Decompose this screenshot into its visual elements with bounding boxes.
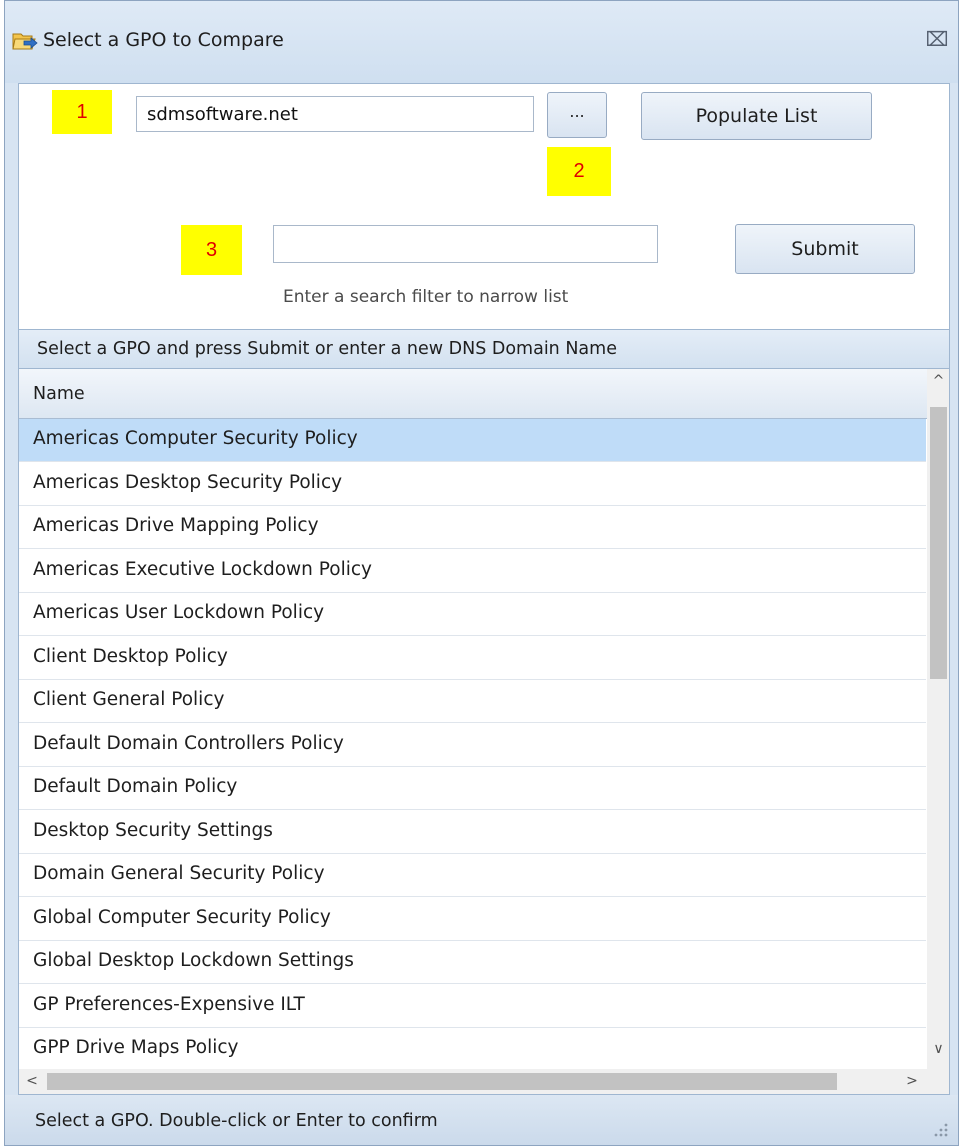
list-item-label: Americas User Lockdown Policy: [33, 602, 325, 623]
status-text: Select a GPO. Double-click or Enter to c…: [35, 1111, 438, 1131]
list-item[interactable]: Americas Executive Lockdown Policy: [19, 550, 926, 593]
list-item-label: Americas Computer Security Policy: [33, 428, 358, 449]
badge-3: 3: [181, 225, 242, 275]
list-item-label: Desktop Security Settings: [33, 819, 273, 841]
select-gpo-dialog: Select a GPO to Compare ⌧ 1 ... 2 Popula…: [4, 0, 959, 1146]
list-item[interactable]: Americas User Lockdown Policy: [19, 593, 926, 636]
horizontal-scrollbar[interactable]: < >: [19, 1069, 927, 1094]
list-item[interactable]: Global Desktop Lockdown Settings: [19, 941, 926, 984]
vertical-scroll-thumb[interactable]: [930, 407, 947, 679]
list-item-label: Americas Drive Mapping Policy: [33, 515, 319, 536]
list-item-label: Americas Executive Lockdown Policy: [33, 558, 372, 580]
horizontal-scroll-thumb[interactable]: [47, 1073, 837, 1090]
populate-list-button[interactable]: Populate List: [641, 92, 872, 140]
gpo-rows: Americas Computer Security Policy America…: [19, 419, 926, 1069]
scrollbar-corner: [927, 1069, 949, 1094]
browse-button[interactable]: ...: [547, 92, 607, 138]
list-item[interactable]: Client General Policy: [19, 680, 926, 723]
list-item[interactable]: Client Desktop Policy: [19, 637, 926, 680]
list-item[interactable]: GPP Drive Maps Policy: [19, 1028, 926, 1069]
search-filter-input[interactable]: [273, 225, 658, 263]
list-item[interactable]: Global Computer Security Policy: [19, 898, 926, 941]
column-header-label: Name: [33, 384, 85, 404]
vertical-scrollbar[interactable]: ^ ∨: [927, 369, 949, 1069]
badge-2: 2: [547, 147, 611, 196]
instruction-text: Select a GPO and press Submit or enter a…: [37, 339, 617, 359]
list-item[interactable]: Domain General Security Policy: [19, 854, 926, 897]
list-item-label: Default Domain Policy: [33, 776, 238, 797]
gpo-list: Name Americas Computer Security Policy Am…: [18, 369, 950, 1095]
list-item[interactable]: Default Domain Controllers Policy: [19, 724, 926, 767]
scroll-up-arrow[interactable]: ^: [927, 373, 949, 395]
list-item-label: Default Domain Controllers Policy: [33, 732, 344, 754]
submit-button[interactable]: Submit: [735, 224, 915, 274]
status-bar: Select a GPO. Double-click or Enter to c…: [5, 1095, 958, 1145]
list-item-label: GP Preferences-Expensive ILT: [33, 993, 305, 1015]
list-item[interactable]: GP Preferences-Expensive ILT: [19, 985, 926, 1028]
scroll-right-arrow[interactable]: >: [899, 1069, 925, 1094]
scroll-down-arrow[interactable]: ∨: [927, 1041, 949, 1063]
folder-arrow-icon: [12, 33, 38, 50]
column-header-name[interactable]: Name: [19, 369, 927, 419]
scroll-left-arrow[interactable]: <: [19, 1069, 45, 1094]
list-item[interactable]: Default Domain Policy: [19, 767, 926, 810]
list-item[interactable]: Americas Drive Mapping Policy: [19, 506, 926, 549]
list-item[interactable]: Americas Desktop Security Policy: [19, 463, 926, 506]
close-button[interactable]: ⌧: [925, 27, 949, 51]
list-item[interactable]: Desktop Security Settings: [19, 811, 926, 854]
badge-1: 1: [52, 90, 112, 134]
resize-grip-icon[interactable]: [930, 1119, 950, 1139]
title-bar: Select a GPO to Compare ⌧: [5, 1, 958, 83]
list-item-label: Global Desktop Lockdown Settings: [33, 950, 354, 971]
list-item-label: Client General Policy: [33, 689, 225, 710]
list-item[interactable]: Americas Computer Security Policy: [19, 419, 926, 462]
list-item-label: Americas Desktop Security Policy: [33, 471, 343, 493]
domain-input[interactable]: [136, 96, 534, 132]
instruction-bar: Select a GPO and press Submit or enter a…: [18, 329, 950, 369]
list-item-label: GPP Drive Maps Policy: [33, 1037, 239, 1058]
search-hint: Enter a search filter to narrow list: [283, 287, 569, 307]
list-item-label: Client Desktop Policy: [33, 645, 228, 667]
window-title: Select a GPO to Compare: [43, 29, 284, 51]
list-item-label: Global Computer Security Policy: [33, 906, 331, 928]
list-item-label: Domain General Security Policy: [33, 863, 325, 884]
